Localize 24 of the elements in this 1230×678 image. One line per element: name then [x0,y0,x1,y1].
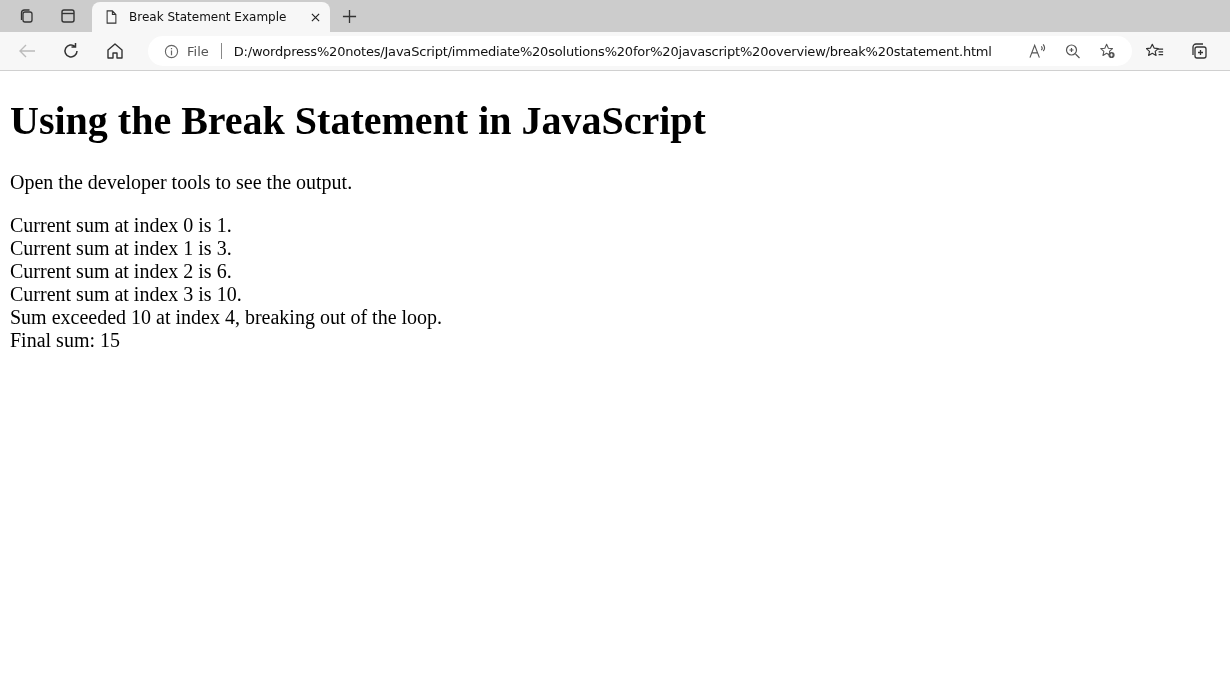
output-line: Current sum at index 1 is 3. [10,237,233,260]
close-icon[interactable] [311,12,320,22]
info-icon[interactable] [164,43,179,59]
output-line: Current sum at index 2 is 6. [10,260,233,283]
output-line: Sum exceeded 10 at index 4, breaking out of the loop. [10,306,444,329]
add-favorite-icon[interactable] [1099,43,1116,59]
intro-text: Open the developer tools to see the output. [10,171,354,194]
refresh-icon[interactable] [62,42,80,60]
read-aloud-icon[interactable] [1029,43,1046,59]
new-tab-icon[interactable] [342,9,357,24]
workspaces-icon[interactable] [18,8,34,24]
page-heading: Using the Break Statement in JavaScript [10,98,707,144]
output-line: Current sum at index 0 is 1. [10,214,233,237]
tab-actions-icon[interactable] [60,8,76,24]
collections-icon[interactable] [1190,42,1208,60]
address-bar[interactable]: File D:/wordpress%20notes/JavaScript/immediate%20solutions%20for%20javascript%20overview/break%20statement.html [148,36,1132,66]
browser-tab[interactable]: Break Statement Example [92,2,330,32]
document-icon [106,10,117,24]
zoom-icon[interactable] [1064,43,1081,59]
output-line: Current sum at index 3 is 10. [10,283,243,306]
output-line: Final sum: 15 [10,329,121,352]
url-text[interactable]: D:/wordpress%20notes/JavaScript/immediate%20solutions%20for%20javascript%20overview/break%20statement.html [233,43,992,59]
scheme-label: File [187,43,209,59]
home-icon[interactable] [106,42,124,60]
